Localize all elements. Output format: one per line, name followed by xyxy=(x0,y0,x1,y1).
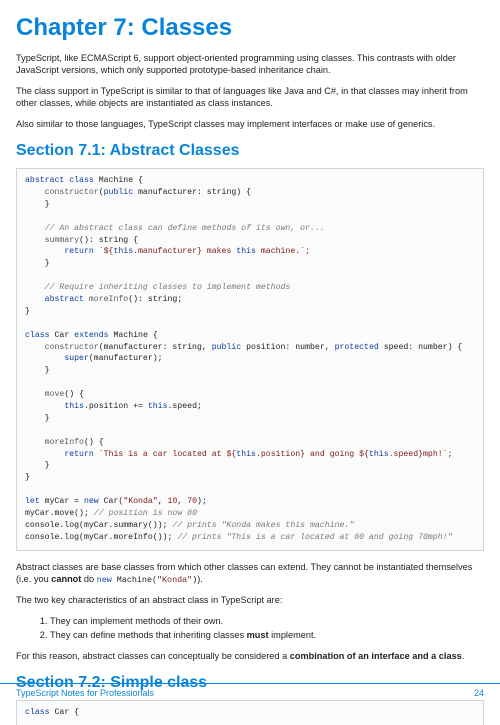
abstract-explain: Abstract classes are base classes from w… xyxy=(16,561,484,587)
list-item: They can implement methods of their own. xyxy=(50,615,484,627)
footer-title: TypeScript Notes for Professionals xyxy=(16,688,154,707)
code-block-1: abstract class Machine { constructor(pub… xyxy=(16,168,484,551)
characteristics-list: They can implement methods of their own.… xyxy=(50,615,484,642)
conclusion-para: For this reason, abstract classes can co… xyxy=(16,650,484,662)
characteristics-intro: The two key characteristics of an abstra… xyxy=(16,594,484,606)
chapter-title: Chapter 7: Classes xyxy=(16,14,484,42)
intro-para-2: The class support in TypeScript is simil… xyxy=(16,85,484,110)
page-content: Chapter 7: Classes TypeScript, like ECMA… xyxy=(0,0,500,725)
section-1-title: Section 7.1: Abstract Classes xyxy=(16,142,484,160)
page-footer: TypeScript Notes for Professionals 24 xyxy=(0,683,500,707)
intro-para-3: Also similar to those languages, TypeScr… xyxy=(16,118,484,130)
list-item: They can define methods that inheriting … xyxy=(50,629,484,641)
page-number: 24 xyxy=(474,688,484,707)
intro-para-1: TypeScript, like ECMAScript 6, support o… xyxy=(16,52,484,77)
